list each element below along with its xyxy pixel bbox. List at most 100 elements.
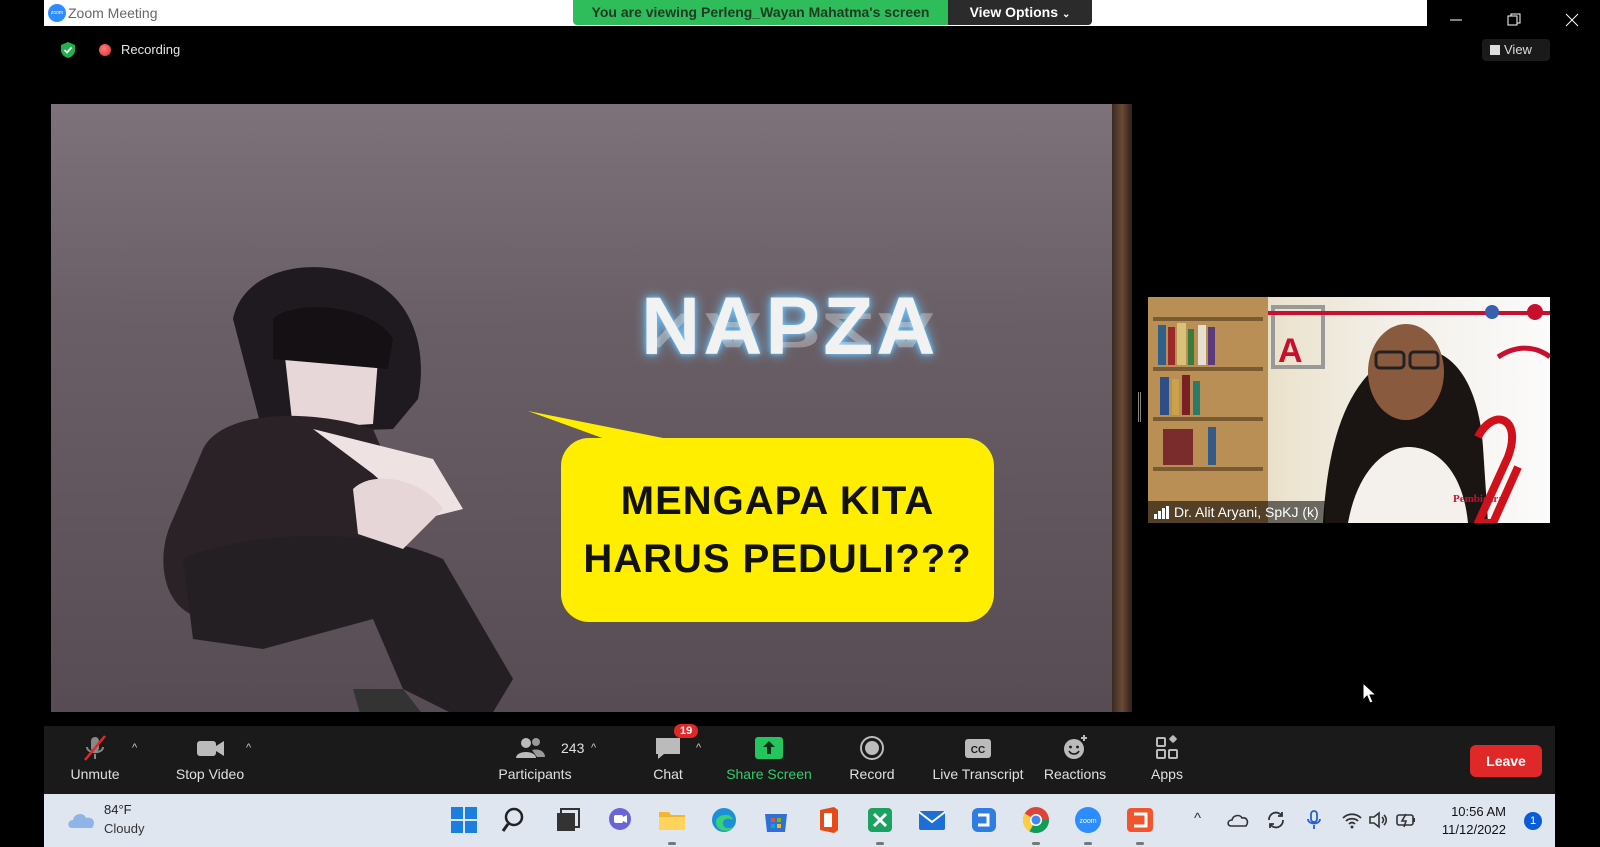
- apps-button[interactable]: Apps: [1144, 732, 1190, 790]
- chat-label: Chat: [653, 766, 683, 782]
- record-icon: [860, 736, 884, 760]
- close-button[interactable]: [1543, 0, 1600, 39]
- edge-browser-icon[interactable]: [708, 804, 740, 836]
- weather-temperature[interactable]: 84°F: [104, 802, 132, 817]
- leave-button[interactable]: Leave: [1470, 745, 1542, 777]
- bubble-line-2: HARUS PEDULI???: [583, 537, 972, 581]
- svg-text:zoom: zoom: [1079, 818, 1096, 825]
- clock-date[interactable]: 11/12/2022: [1436, 822, 1506, 837]
- view-label: View: [1504, 42, 1532, 57]
- view-button[interactable]: View: [1482, 39, 1550, 61]
- windows-start-icon[interactable]: [448, 804, 480, 836]
- teams-chat-icon[interactable]: [604, 804, 636, 836]
- weather-description[interactable]: Cloudy: [104, 821, 144, 836]
- recording-label[interactable]: Recording: [121, 42, 180, 57]
- reactions-button[interactable]: Reactions: [1042, 732, 1108, 790]
- stop-video-button[interactable]: Stop Video: [168, 732, 252, 790]
- view-icon: [1490, 45, 1500, 55]
- chrome-running-indicator: [1032, 842, 1040, 845]
- record-label: Record: [849, 766, 895, 782]
- microphone-tray-icon[interactable]: [1302, 808, 1326, 832]
- participants-label: Participants: [498, 766, 572, 782]
- share-banner: You are viewing Perleng_Wayan Mahatma's …: [573, 0, 948, 25]
- signal-strength-icon: [1154, 506, 1169, 519]
- file-explorer-running-indicator: [668, 842, 676, 845]
- record-button[interactable]: Record: [844, 732, 900, 790]
- apps-label: Apps: [1151, 766, 1183, 782]
- zoom-logo-icon: zoom: [48, 4, 66, 22]
- closed-caption-icon: CC: [965, 739, 991, 758]
- chat-unread-badge: 19: [674, 724, 699, 738]
- share-screen-button[interactable]: Share Screen: [724, 732, 814, 790]
- participants-count: 243: [561, 740, 585, 756]
- notification-badge[interactable]: 1: [1524, 812, 1542, 830]
- sync-icon[interactable]: [1264, 808, 1288, 832]
- speaker-name-label: Dr. Alit Aryani, SpKJ (k): [1148, 501, 1325, 523]
- hooded-figure-illustration: [163, 267, 513, 712]
- presentation-app-running-indicator: [1136, 842, 1144, 845]
- shared-screen-edge: [1112, 104, 1132, 712]
- restore-button[interactable]: [1485, 0, 1542, 39]
- restore-icon: [1507, 13, 1520, 26]
- meeting-toolbar: Unmute ^ Stop Video ^ Participants 243 ^: [44, 724, 1555, 794]
- speaker-name: Dr. Alit Aryani, SpKJ (k): [1174, 504, 1319, 520]
- chat-options-caret-icon[interactable]: ^: [696, 742, 701, 754]
- recording-indicator-icon: [99, 44, 111, 56]
- panel-divider-handle[interactable]: [1138, 392, 1141, 422]
- view-options-button[interactable]: View Options ⌄: [948, 0, 1092, 25]
- unmute-button[interactable]: Unmute: [64, 732, 126, 790]
- live-transcript-label: Live Transcript: [932, 766, 1024, 782]
- shield-icon[interactable]: [59, 41, 77, 59]
- microsoft-store-icon[interactable]: [760, 804, 792, 836]
- wifi-icon[interactable]: [1340, 808, 1364, 832]
- bubble-line-1: MENGAPA KITA: [620, 479, 935, 523]
- reactions-label: Reactions: [1043, 766, 1107, 782]
- tray-overflow-chevron-icon[interactable]: ^: [1194, 810, 1201, 827]
- speech-bubble-text: MENGAPA KITA HARUS PEDULI???: [561, 472, 994, 588]
- search-icon[interactable]: [500, 804, 532, 836]
- microphone-muted-icon: [84, 735, 106, 761]
- speaker-video-frame: A Pembicara: [1148, 297, 1550, 523]
- task-view-icon[interactable]: [552, 804, 584, 836]
- zoom-app-icon[interactable]: zoom: [1072, 804, 1104, 836]
- file-explorer-icon[interactable]: [656, 804, 688, 836]
- speaker-banner-text: Pembicara: [1453, 493, 1504, 505]
- minimize-icon: [1449, 19, 1462, 21]
- cloud-weather-icon[interactable]: [66, 808, 98, 830]
- mail-icon[interactable]: [916, 804, 948, 836]
- participants-options-caret-icon[interactable]: ^: [591, 742, 596, 754]
- speech-bubble: MENGAPA KITA HARUS PEDULI???: [561, 438, 994, 622]
- share-screen-label: Share Screen: [726, 766, 812, 782]
- window-title: Zoom Meeting: [68, 5, 158, 21]
- close-icon: [1565, 13, 1578, 27]
- battery-charging-icon[interactable]: [1394, 808, 1418, 832]
- audio-options-caret-icon[interactable]: ^: [132, 742, 137, 754]
- slide-title-reflection: NAPZA: [641, 302, 939, 358]
- clock-time[interactable]: 10:56 AM: [1436, 804, 1506, 819]
- mouse-cursor-icon: [1362, 682, 1378, 704]
- video-options-caret-icon[interactable]: ^: [246, 742, 251, 754]
- video-camera-icon: [197, 741, 224, 756]
- title-bar: zoom Zoom Meeting You are viewing Perlen…: [44, 0, 1555, 26]
- participants-icon: [516, 738, 545, 758]
- onedrive-cloud-icon[interactable]: [1226, 808, 1250, 832]
- share-screen-icon: [755, 737, 783, 759]
- remote-desktop-icon[interactable]: [968, 804, 1000, 836]
- presentation-app-icon[interactable]: [1124, 804, 1156, 836]
- minimize-button[interactable]: [1427, 0, 1484, 39]
- windows-taskbar: 84°F Cloudy zoom ^ 10:56 AM 11/12/2022 1: [44, 794, 1555, 847]
- reactions-smiley-icon: [1064, 735, 1087, 759]
- view-options-label: View Options: [969, 4, 1059, 20]
- window-controls: [1427, 0, 1600, 39]
- zoom-running-indicator: [1084, 842, 1092, 845]
- chrome-browser-icon[interactable]: [1020, 804, 1052, 836]
- sheets-app-icon[interactable]: [864, 804, 896, 836]
- chat-button[interactable]: Chat: [642, 732, 694, 790]
- speaker-video-tile[interactable]: A Pembicara Dr. Alit Aryani, SpKJ (k): [1148, 297, 1550, 523]
- live-transcript-button[interactable]: CC Live Transcript: [926, 732, 1030, 790]
- svg-text:CC: CC: [971, 745, 985, 756]
- office-icon[interactable]: [812, 804, 844, 836]
- screen: zoom Zoom Meeting You are viewing Perlen…: [0, 0, 1600, 847]
- svg-text:A: A: [1278, 332, 1303, 370]
- volume-icon[interactable]: [1366, 808, 1390, 832]
